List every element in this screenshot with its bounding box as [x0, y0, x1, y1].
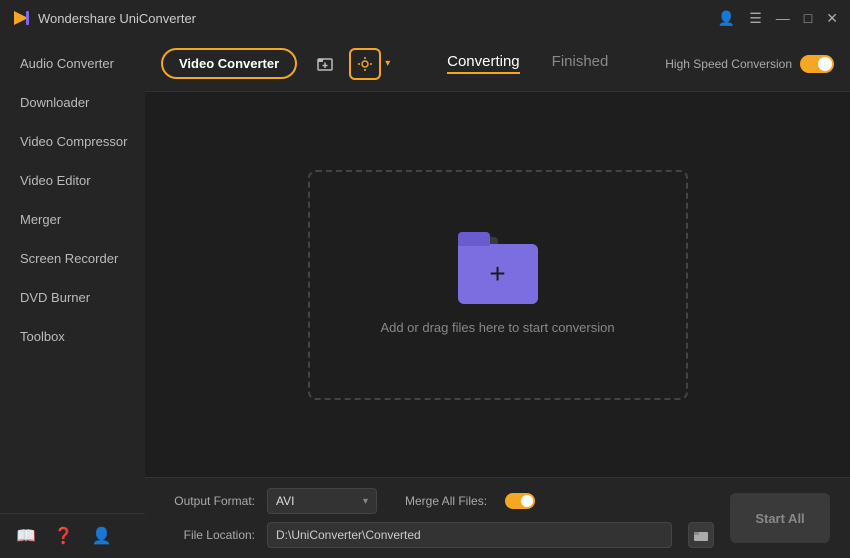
sidebar-item-video-editor[interactable]: Video Editor	[0, 161, 145, 200]
plus-icon: +	[489, 260, 505, 288]
sidebar-item-screen-recorder[interactable]: Screen Recorder	[0, 239, 145, 278]
video-converter-button[interactable]: Video Converter	[161, 48, 297, 79]
sidebar-footer: 📖 ❓ 👤	[0, 513, 145, 558]
format-chevron-icon: ▾	[363, 496, 368, 507]
format-select[interactable]: AVI ▾	[267, 488, 377, 514]
browse-folder-button[interactable]	[688, 522, 714, 548]
add-files-button[interactable]	[309, 48, 341, 80]
sidebar-item-audio-converter[interactable]: Audio Converter	[0, 44, 145, 83]
high-speed-toggle[interactable]	[800, 55, 834, 73]
sidebar-item-dvd-burner[interactable]: DVD Burner	[0, 278, 145, 317]
tab-finished[interactable]: Finished	[552, 53, 609, 74]
file-location-value: D:\UniConverter\Converted	[276, 528, 421, 542]
user-icon[interactable]: 👤	[92, 526, 112, 546]
bottom-bar: Output Format: AVI ▾ Merge All Files: Fi…	[145, 477, 850, 558]
app-title: Wondershare UniConverter	[38, 11, 718, 26]
help-icon[interactable]: ❓	[54, 526, 74, 546]
high-speed-label: High Speed Conversion	[665, 57, 792, 71]
bottom-fields: Output Format: AVI ▾ Merge All Files: Fi…	[165, 488, 714, 548]
sidebar-item-toolbox[interactable]: Toolbox	[0, 317, 145, 356]
start-all-button[interactable]: Start All	[730, 493, 830, 543]
output-format-row: Output Format: AVI ▾ Merge All Files:	[165, 488, 714, 514]
file-location-input[interactable]: D:\UniConverter\Converted	[267, 522, 672, 548]
folder-icon: +	[458, 234, 538, 304]
sidebar-item-downloader[interactable]: Downloader	[0, 83, 145, 122]
app-logo	[12, 9, 30, 27]
settings-button[interactable]	[349, 48, 381, 80]
merge-label: Merge All Files:	[405, 494, 487, 508]
file-location-label: File Location:	[165, 528, 255, 542]
window-controls: 👤 ☰ — □ ✕	[718, 10, 838, 27]
minimize-button[interactable]: —	[776, 10, 790, 26]
file-location-row: File Location: D:\UniConverter\Converted	[165, 522, 714, 548]
close-button[interactable]: ✕	[826, 10, 838, 27]
main-layout: Audio Converter Downloader Video Compres…	[0, 36, 850, 558]
maximize-button[interactable]: □	[804, 10, 812, 26]
book-icon[interactable]: 📖	[16, 526, 36, 546]
sidebar-item-merger[interactable]: Merger	[0, 200, 145, 239]
output-format-label: Output Format:	[165, 494, 255, 508]
content-area: Video Converter	[145, 36, 850, 558]
tab-converting[interactable]: Converting	[447, 53, 520, 74]
sidebar-item-video-compressor[interactable]: Video Compressor	[0, 122, 145, 161]
toolbar-right: High Speed Conversion	[665, 55, 834, 73]
title-bar: Wondershare UniConverter 👤 ☰ — □ ✕	[0, 0, 850, 36]
menu-icon[interactable]: ☰	[749, 10, 762, 27]
toolbar: Video Converter	[145, 36, 850, 92]
sidebar: Audio Converter Downloader Video Compres…	[0, 36, 145, 558]
drop-zone-text: Add or drag files here to start conversi…	[380, 320, 614, 335]
toolbar-icons: ▾	[309, 48, 390, 80]
drop-zone[interactable]: + Add or drag files here to start conver…	[308, 170, 688, 400]
account-icon[interactable]: 👤	[718, 10, 735, 27]
drop-zone-container: + Add or drag files here to start conver…	[145, 92, 850, 477]
merge-toggle[interactable]	[505, 493, 535, 509]
toolbar-tabs: Converting Finished	[390, 53, 665, 74]
format-value: AVI	[276, 494, 294, 508]
